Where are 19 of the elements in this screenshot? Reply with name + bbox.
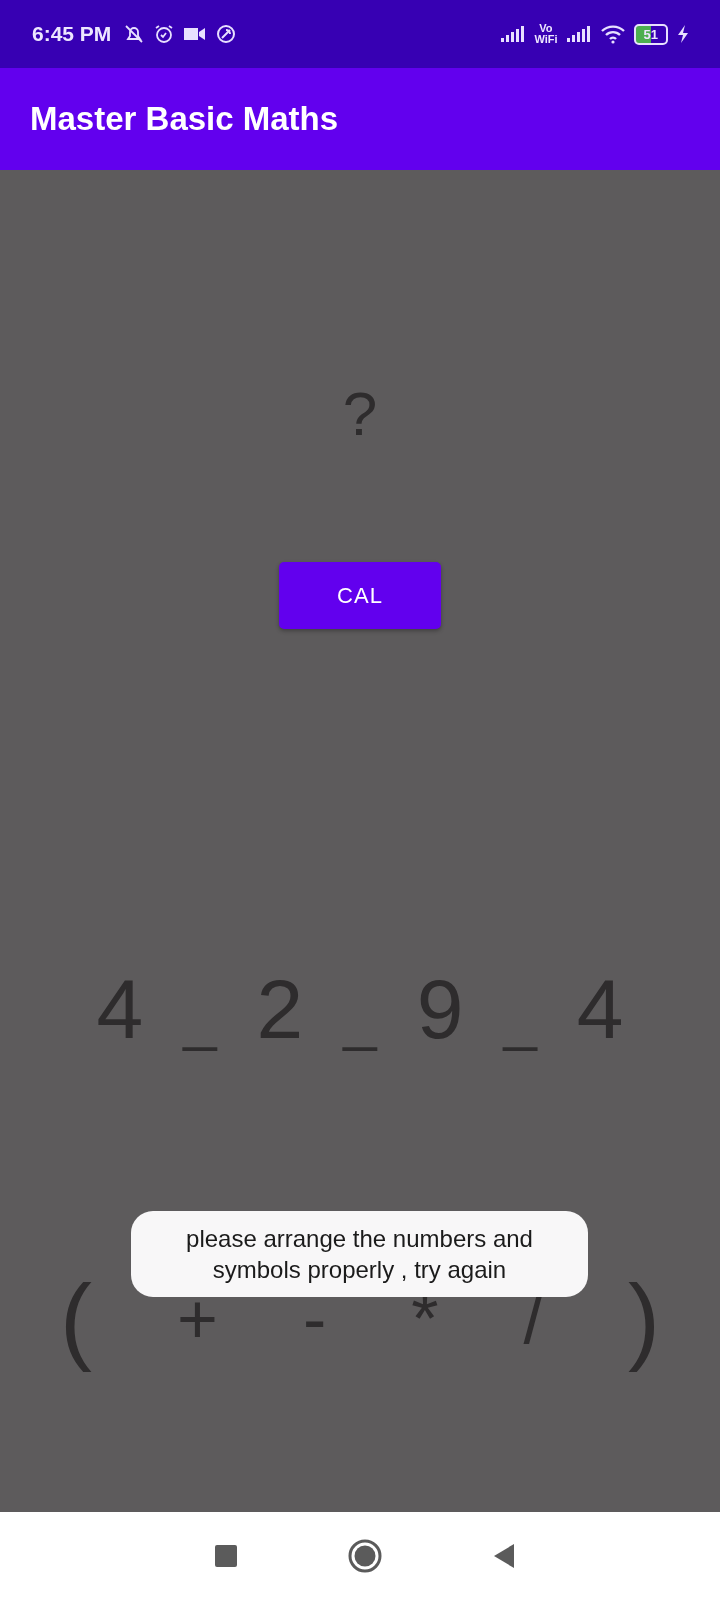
- signal-icon: [565, 25, 592, 43]
- wifi-icon: [599, 24, 626, 44]
- operator-slot[interactable]: _: [343, 984, 377, 1054]
- signal-icon: [500, 25, 527, 43]
- circular-app-icon: [215, 23, 238, 45]
- message-toast: please arrange the numbers and symbols properly , try again: [131, 1211, 588, 1297]
- result-text: ?: [342, 378, 378, 450]
- app-title: Master Basic Maths: [30, 100, 339, 138]
- operator-slot[interactable]: _: [503, 984, 537, 1054]
- home-circle-icon[interactable]: [348, 1539, 382, 1573]
- calculate-button[interactable]: CAL: [279, 562, 441, 629]
- recents-square-icon[interactable]: [215, 1545, 238, 1567]
- video-camera-icon: [183, 25, 208, 43]
- operator-slot[interactable]: _: [183, 984, 217, 1054]
- battery-level: 51: [633, 23, 668, 45]
- back-triangle-icon[interactable]: [492, 1543, 515, 1569]
- clock-time: 6:45 PM: [32, 22, 112, 46]
- vowifi-label: Vo WiFi: [534, 23, 558, 45]
- charging-bolt-icon: [676, 24, 690, 44]
